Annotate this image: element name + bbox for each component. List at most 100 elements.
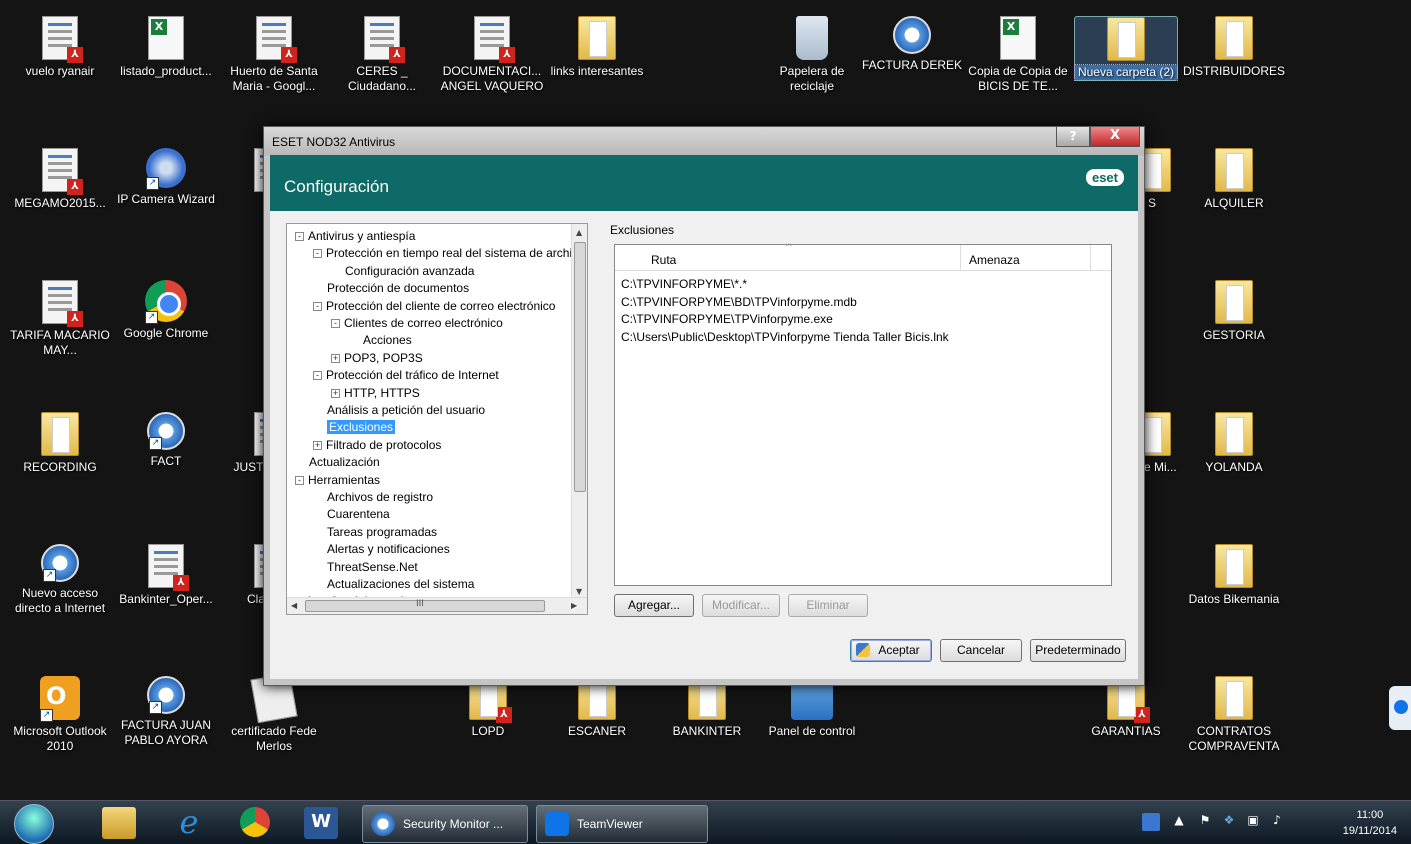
tree-item[interactable]: - Protección del cliente de correo electr…	[313, 298, 555, 314]
desktop-icon[interactable]: CONTRATOS COMPRAVENTA	[1182, 676, 1286, 754]
exclusions-list[interactable]: Ruta ^ Amenaza C:\TPVINFORPYME\*.* C:\TPV…	[614, 243, 1112, 586]
exclusion-row[interactable]: C:\TPVINFORPYME\BD\TPVinforpyme.mdb	[621, 295, 857, 309]
desktop-icon[interactable]: RECORDING	[8, 412, 112, 475]
ok-button[interactable]: Aceptar	[850, 639, 932, 662]
expand-icon[interactable]: +	[331, 353, 340, 363]
tree-item[interactable]: Acciones	[349, 332, 412, 348]
collapse-icon[interactable]: -	[313, 301, 322, 311]
network-icon[interactable]: ▣	[1244, 813, 1262, 831]
tree-item[interactable]: Configuración avanzada	[331, 263, 474, 279]
collapse-icon[interactable]: -	[313, 371, 322, 381]
desktop-icon[interactable]: ⅄ TARIFA MACARIO MAY...	[8, 280, 112, 358]
desktop-icon[interactable]: ⅄ Bankinter_Oper...	[114, 544, 218, 607]
desktop-icon[interactable]: FACTURA DEREK	[860, 16, 964, 73]
cancel-button[interactable]: Cancelar	[940, 639, 1022, 662]
network-monitor-icon[interactable]	[1142, 813, 1160, 831]
task-security-monitor[interactable]: Security Monitor ...	[362, 805, 528, 843]
tree-item[interactable]: Alertas y notificaciones	[313, 541, 450, 557]
desktop-icon[interactable]: certificado Fede Merlos	[222, 672, 326, 754]
help-button[interactable]: ?	[1056, 127, 1090, 147]
desktop-icon[interactable]: ⅄ CERES _ Ciudadano...	[330, 16, 434, 94]
expand-icon[interactable]: +	[331, 388, 340, 398]
show-hidden-icons[interactable]: ▲	[1170, 813, 1188, 831]
desktop-icon[interactable]: ↗ Google Chrome	[114, 280, 218, 341]
scroll-down-icon[interactable]: ▼	[576, 587, 582, 596]
explorer-icon[interactable]	[102, 807, 136, 839]
desktop-icon[interactable]: Papelera de reciclaje	[760, 16, 864, 94]
desktop-icon[interactable]: ↗ IP Camera Wizard	[114, 148, 218, 207]
tree-item[interactable]: Actualizaciones del sistema	[313, 576, 474, 592]
task-teamviewer[interactable]: TeamViewer	[536, 805, 708, 843]
internet-explorer-icon[interactable]: e	[172, 806, 206, 839]
column-header-amenaza[interactable]: Amenaza	[961, 245, 1091, 271]
delete-button[interactable]: Eliminar	[788, 594, 868, 617]
desktop-icon[interactable]: ↗ Microsoft Outlook 2010	[8, 676, 112, 754]
tree-item-label: Protección del tráfico de Internet	[326, 368, 499, 383]
desktop-icon[interactable]: ⅄ vuelo ryanair	[8, 16, 112, 79]
desktop-icon[interactable]: links interesantes	[545, 16, 649, 79]
tree-vertical-scroll-thumb[interactable]	[574, 242, 586, 492]
desktop-icon[interactable]: Datos Bikemania	[1182, 544, 1286, 607]
tree-item[interactable]: + HTTP, HTTPS	[331, 385, 420, 401]
tree-item[interactable]: Protección de documentos	[313, 280, 469, 296]
collapse-icon[interactable]: -	[313, 249, 322, 259]
word-icon[interactable]: W	[304, 807, 338, 839]
tree-item[interactable]: Actualización	[295, 454, 380, 470]
desktop-icon[interactable]: listado_product...	[114, 16, 218, 79]
volume-icon[interactable]: ♪	[1268, 813, 1286, 831]
tree-item[interactable]: + Filtrado de protocolos	[313, 437, 441, 453]
tree-item[interactable]: Exclusiones	[313, 419, 396, 435]
tree-item[interactable]: - Protección en tiempo real del sistema d…	[313, 245, 572, 261]
exclusion-row[interactable]: C:\Users\Public\Desktop\TPVinforpyme Tie…	[621, 330, 949, 344]
start-button[interactable]	[14, 804, 54, 844]
default-button[interactable]: Predeterminado	[1030, 639, 1126, 662]
dialog-titlebar[interactable]: ESET NOD32 Antivirus ? X	[264, 127, 1144, 155]
desktop-icon[interactable]: GESTORIA	[1182, 280, 1286, 343]
tree-vertical-scrollbar[interactable]: ▲ ▼	[571, 224, 587, 598]
desktop-icon[interactable]: ⅄ DOCUMENTACI... ANGEL VAQUERO	[440, 16, 544, 94]
tree-item[interactable]: - Protección del tráfico de Internet	[313, 367, 499, 383]
tree-horizontal-scroll-thumb[interactable]: III	[305, 599, 545, 612]
close-button[interactable]: X	[1090, 127, 1140, 147]
desktop-icon[interactable]: ⅄ MEGAMO2015...	[8, 148, 112, 211]
clock[interactable]: 11:00 19/11/2014	[1343, 807, 1397, 839]
tree-item[interactable]: - Herramientas	[295, 472, 380, 488]
desktop-icon[interactable]: ↗ FACT	[114, 412, 218, 469]
folder-icon	[41, 412, 79, 456]
desktop-icon[interactable]: YOLANDA	[1182, 412, 1286, 475]
desktop-icon[interactable]: ⅄ Huerto de Santa Maria - Googl...	[222, 16, 326, 94]
teamviewer-side-tab[interactable]	[1389, 686, 1411, 730]
scroll-right-icon[interactable]: ▶	[571, 601, 577, 610]
scroll-up-icon[interactable]: ▲	[576, 228, 582, 237]
expand-icon[interactable]: +	[313, 440, 322, 450]
desktop-icon[interactable]: ALQUILER	[1182, 148, 1286, 211]
tree-item-label: Protección en tiempo real del sistema de…	[326, 246, 573, 261]
tree-item[interactable]: Análisis a petición del usuario	[313, 402, 485, 418]
exclusion-row[interactable]: C:\TPVINFORPYME\TPVinforpyme.exe	[621, 312, 833, 326]
collapse-icon[interactable]: -	[295, 475, 304, 485]
tree-item[interactable]: Cuarentena	[313, 506, 390, 522]
dropbox-icon[interactable]: ❖	[1220, 813, 1238, 831]
tree-item[interactable]: Tareas programadas	[313, 524, 437, 540]
collapse-icon[interactable]: -	[295, 232, 304, 241]
tree-item[interactable]: Archivos de registro	[313, 489, 433, 505]
desktop-icon[interactable]: Nueva carpeta (2)	[1074, 16, 1178, 81]
scroll-left-icon[interactable]: ◀	[291, 601, 297, 610]
desktop-icon[interactable]: Copia de Copia de BICIS DE TE...	[966, 16, 1070, 94]
desktop-icon[interactable]: ↗ FACTURA JUAN PABLO AYORA	[114, 676, 218, 748]
edit-button[interactable]: Modificar...	[702, 594, 780, 617]
folder-icon	[1215, 544, 1253, 588]
tree-item[interactable]: - Antivirus y antiespía	[295, 228, 415, 244]
tree-item[interactable]: - Clientes de correo electrónico	[331, 315, 503, 331]
tree-item[interactable]: ThreatSense.Net	[313, 559, 418, 575]
flag-icon[interactable]: ⚑	[1196, 813, 1214, 831]
desktop-icon[interactable]: DISTRIBUIDORES	[1182, 16, 1286, 79]
collapse-icon[interactable]: -	[331, 319, 340, 328]
tree-item[interactable]: + POP3, POP3S	[331, 350, 423, 366]
add-button[interactable]: Agregar...	[614, 594, 694, 617]
exclusion-row[interactable]: C:\TPVINFORPYME\*.*	[621, 277, 747, 291]
chrome-icon[interactable]	[240, 807, 270, 837]
dialog-heading: Configuración	[284, 177, 389, 196]
desktop-icon[interactable]: ↗ Nuevo acceso directo a Internet	[8, 544, 112, 616]
tree-horizontal-scrollbar[interactable]: ◀ III ▶	[287, 597, 587, 614]
